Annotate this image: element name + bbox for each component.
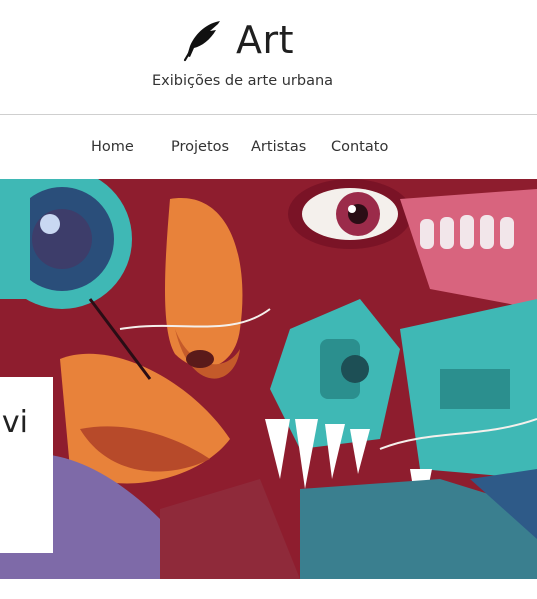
nav-item-artistas[interactable]: Artistas — [251, 139, 306, 155]
nav-item-projetos[interactable]: Projetos — [171, 139, 229, 155]
site-title: Art — [236, 18, 295, 62]
hero-caption-card: vi — [0, 377, 53, 553]
hero-banner — [0, 179, 537, 579]
main-nav: Home Projetos Artistas Contato — [0, 115, 537, 179]
brand[interactable]: Art — [180, 18, 294, 62]
feather-icon — [183, 21, 220, 62]
site-header: Art Exibições de arte urbana — [0, 0, 537, 114]
nav-item-home[interactable]: Home — [91, 139, 134, 155]
graffiti-mural-image — [0, 179, 537, 579]
nav-item-contato[interactable]: Contato — [331, 139, 388, 155]
site-tagline: Exibições de arte urbana — [152, 73, 334, 89]
hero-caption-title: vi — [1, 405, 28, 440]
